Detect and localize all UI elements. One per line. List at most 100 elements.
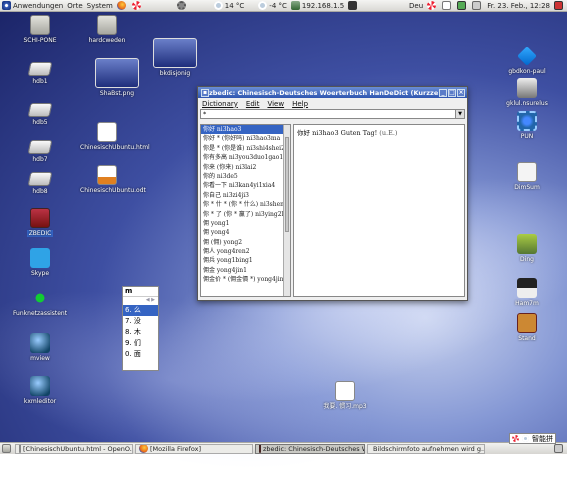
desktop-icon-right[interactable]: gbdkon-paul (497, 46, 557, 75)
desktop-icon-right[interactable]: Stand (497, 313, 557, 342)
globe-icon (30, 376, 50, 396)
weather-temp: 14 °C (224, 1, 245, 10)
menu-help[interactable]: Help (292, 100, 308, 108)
places-menu[interactable]: Orte (65, 0, 84, 11)
desktop-icon-right[interactable]: DimSum (497, 162, 557, 191)
taskbar-item[interactable]: [ChinesischUbuntu.html - OpenO... (15, 443, 133, 454)
menu-edit[interactable]: Edit (246, 100, 260, 108)
ime-candidate[interactable]: 6. 么 (123, 305, 158, 316)
entry-list[interactable]: 你好 ni3hao3 你好 * (你好吗) ni3hao3ma 你是 * (你是… (200, 124, 291, 297)
maximize-button[interactable]: □ (448, 88, 456, 97)
desktop-icon-odt[interactable]: ChinesischUbuntu.odt (80, 165, 146, 194)
desktop-icon-screenshot[interactable]: ShaBst.png (92, 58, 142, 97)
system-monitor[interactable] (346, 0, 361, 11)
close-button[interactable]: × (457, 88, 465, 97)
list-item[interactable]: 你是 * (你是谁) ni3shi4shei2 (201, 144, 290, 153)
taskbar-label: zbedic: Chinesisch-Deutsches W... (263, 444, 365, 453)
list-item[interactable]: 佣 (佣) yong2 (201, 238, 290, 247)
dictionary-book-icon (259, 444, 261, 453)
desktop-icon-right[interactable]: Ham7m (497, 278, 557, 307)
drive-icon (27, 140, 53, 154)
search-combobox[interactable]: * ▼ (200, 109, 465, 119)
list-item[interactable]: 佣 yong4 (201, 228, 290, 237)
desktop-icon-mp3[interactable]: 我要. 惯习.mp3 (315, 381, 375, 410)
desktop-icon-folder[interactable]: SCHI-PONE (13, 15, 67, 44)
list-scrollbar[interactable] (283, 125, 290, 296)
html-document-icon (97, 122, 117, 142)
desktop-icon-zbedic[interactable]: ZBEDIC (13, 208, 67, 237)
desktop-icon-wifi[interactable]: Funknetzassistent (8, 288, 72, 317)
list-item[interactable]: 你看一下 ni3kan4yi1xia4 (201, 181, 290, 190)
ime-candidate[interactable]: 7. 没 (123, 316, 158, 327)
list-item[interactable]: 佣金价 * (佣金價 *) yong4jin (201, 275, 290, 284)
ime-page-arrows-icon[interactable]: ◀ ▶ (123, 297, 158, 305)
list-item[interactable]: 你好 * (你好吗) ni3hao3ma (201, 134, 290, 143)
list-item[interactable]: 你自己 ni3zi4ji3 (201, 191, 290, 200)
search-input[interactable]: * (201, 110, 455, 118)
battery-applet[interactable] (455, 0, 470, 11)
desktop-icon-kxmleditor[interactable]: kxmleditor (13, 376, 67, 405)
keyboard-layout[interactable]: Deu (407, 0, 425, 11)
taskbar-item[interactable]: Bildschirmfoto aufnehmen wird g... (367, 443, 485, 454)
list-item[interactable]: 佣兵 yong1bing1 (201, 256, 290, 265)
desktop-icon-label: 我要. 惯习.mp3 (323, 403, 367, 410)
window-menu-icon[interactable]: ▪ (201, 88, 209, 97)
weather-applet-1[interactable]: 14 °C (212, 0, 247, 11)
applications-label: Anwendungen (13, 1, 64, 10)
minimize-button[interactable]: _ (439, 88, 447, 97)
ime-candidate[interactable]: 8. 木 (123, 327, 158, 338)
menu-dictionary[interactable]: Dictionary (202, 100, 238, 108)
panel-spacer (145, 0, 175, 11)
ime-candidate[interactable]: 9. 们 (123, 338, 158, 349)
taskbar-item[interactable]: zbedic: Chinesisch-Deutsches W... (255, 443, 365, 454)
volume-applet[interactable] (470, 0, 485, 11)
desktop-icon-drive[interactable]: hdb5 (13, 103, 67, 126)
list-item[interactable]: 你 * 什 * (你 * 什么) ni3shenme (201, 200, 290, 209)
chevron-down-icon[interactable]: ▼ (455, 110, 464, 118)
show-desktop-button[interactable] (0, 443, 15, 454)
desktop-icon-html[interactable]: ChinesischUbuntu.html (80, 122, 150, 151)
ime-status-bar[interactable]: 智能拼 (509, 433, 556, 444)
window-titlebar[interactable]: ▪ zbedic: Chinesisch-Deutsches Woerterbu… (198, 87, 467, 98)
ime-candidate[interactable]: 0. 面 (123, 349, 158, 360)
desktop-icon-drive[interactable]: hdb1 (13, 62, 67, 85)
list-item[interactable]: 你有多高 ni3you3duo1gao1 (201, 153, 290, 162)
list-item[interactable]: 佣金 yong4jin1 (201, 266, 290, 275)
menu-view[interactable]: View (267, 100, 284, 108)
list-item[interactable]: 你好 ni3hao3 (201, 125, 290, 135)
power-button[interactable] (552, 0, 567, 11)
desktop-icon-mview[interactable]: mview (13, 333, 67, 362)
taskbar-item[interactable]: [Mozilla Firefox] (135, 443, 253, 454)
clock[interactable]: Fr. 23. Feb., 12:28 (485, 0, 552, 11)
settings-applet[interactable] (175, 0, 190, 11)
menubar: Dictionary Edit View Help (198, 98, 467, 109)
list-item[interactable]: 你来 (你来) ni3lai2 (201, 163, 290, 172)
list-item[interactable]: 佣 yong1 (201, 219, 290, 228)
desktop-icon-right[interactable]: Ding (497, 234, 557, 263)
desktop-icon-screenshot[interactable]: bkdisjonig (150, 38, 200, 77)
help-launcher[interactable] (130, 0, 145, 11)
list-item[interactable]: 你 * 了 (你 * 赢了) ni3ying2le5 (201, 210, 290, 219)
mail-applet[interactable] (440, 0, 455, 11)
system-menu[interactable]: System (85, 0, 115, 11)
desktop-icon-label: hdb1 (32, 78, 48, 85)
list-item[interactable]: 你的 ni3de5 (201, 172, 290, 181)
desktop-icon-folder[interactable]: hardcweden (80, 15, 134, 44)
trash-applet[interactable] (552, 443, 567, 454)
firefox-launcher[interactable] (115, 0, 130, 11)
desktop-icon-drive[interactable]: hdb8 (13, 172, 67, 195)
update-notifier[interactable] (425, 0, 440, 11)
image-thumbnail-icon (153, 38, 197, 68)
battery-icon (457, 1, 467, 10)
weather-applet-2[interactable]: -4 °C (256, 0, 289, 11)
gear-icon (176, 1, 186, 10)
desktop-icon-right[interactable]: PUN (497, 111, 557, 140)
desktop-icon-drive[interactable]: hdb7 (13, 140, 67, 163)
scrollbar-thumb[interactable] (285, 137, 289, 232)
applications-menu[interactable]: Anwendungen (0, 0, 65, 11)
desktop-icon-right[interactable]: gklul.nsurelus (497, 78, 557, 107)
list-item[interactable]: 佣人 yong4ren2 (201, 247, 290, 256)
network-applet[interactable]: 192.168.1.5 (289, 0, 346, 11)
power-icon (554, 1, 563, 10)
desktop-icon-skype[interactable]: Skype (13, 248, 67, 277)
